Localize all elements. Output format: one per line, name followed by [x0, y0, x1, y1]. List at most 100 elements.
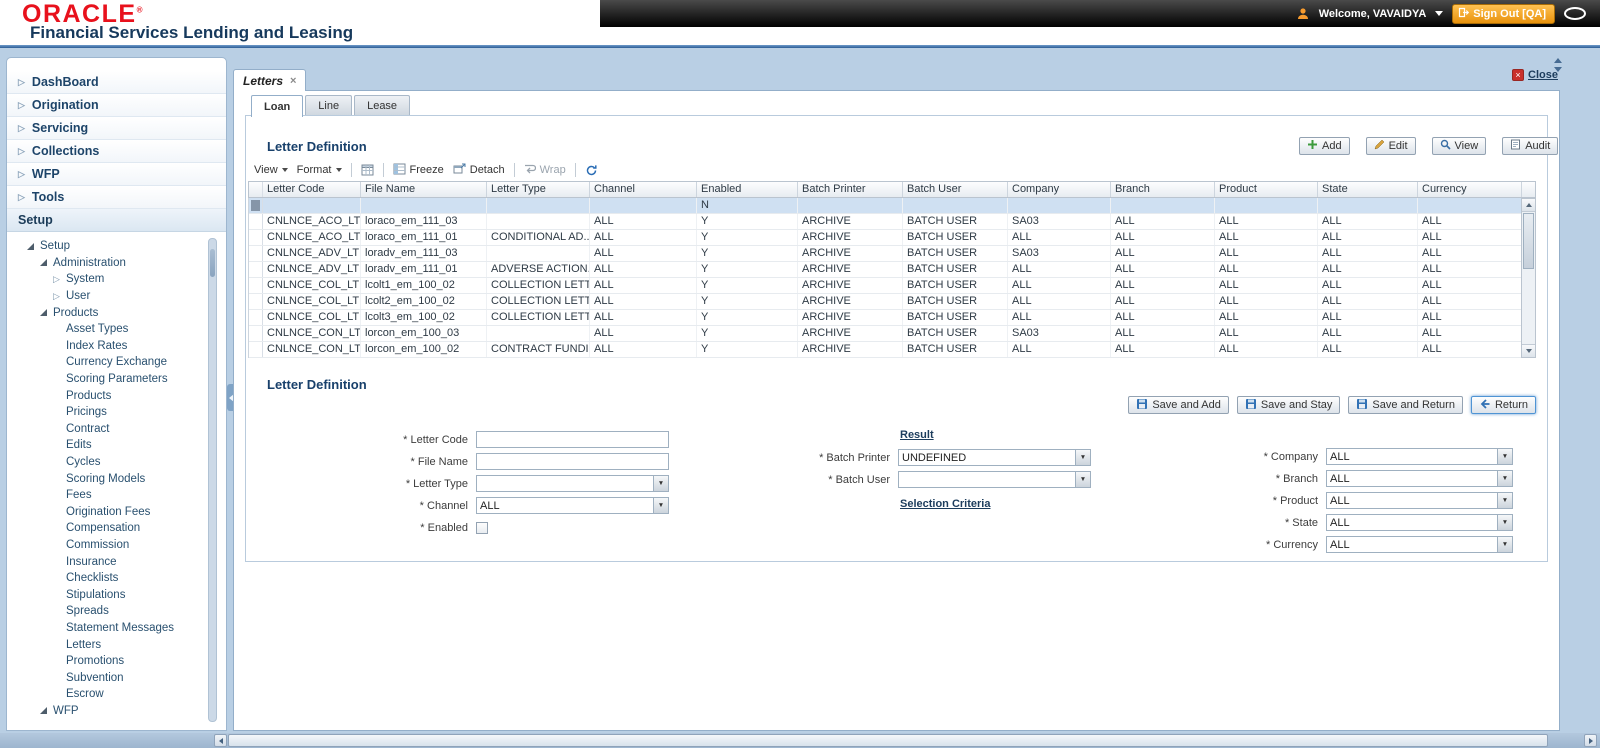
sidebar-item-dashboard[interactable]: ▷ DashBoard [7, 71, 226, 94]
tree-item-products[interactable]: Products [7, 387, 206, 404]
chevron-down-icon[interactable]: ▼ [1497, 515, 1512, 530]
detach-button[interactable]: Detach [453, 163, 505, 178]
tree-item-insurance[interactable]: Insurance [7, 553, 206, 570]
tree-item-origination-fees[interactable]: Origination Fees [7, 504, 206, 521]
scroll-right-icon[interactable] [1584, 734, 1597, 747]
tree-item-compensation[interactable]: Compensation [7, 520, 206, 537]
add-button[interactable]: Add [1299, 137, 1350, 155]
state-select[interactable]: ALL ▼ [1326, 514, 1513, 531]
letter-type-select[interactable]: ▼ [476, 475, 669, 492]
tree-item-setup[interactable]: Setup [7, 238, 206, 255]
table-row[interactable]: CNLNCE_CON_LTR1lorcon_em_100_03ALLYARCHI… [249, 326, 1522, 342]
tree-expand-icon[interactable]: ▷ [51, 291, 62, 302]
column-header-file-name[interactable]: File Name [361, 182, 487, 197]
scroll-thumb[interactable] [210, 249, 215, 277]
return-button[interactable]: Return [1470, 396, 1536, 414]
scroll-up-icon[interactable] [1522, 199, 1535, 212]
sign-out-button[interactable]: Sign Out [QA] [1452, 3, 1555, 24]
save-and-return-button[interactable]: Save and Return [1348, 396, 1463, 414]
column-header-channel[interactable]: Channel [590, 182, 697, 197]
tree-item-escrow[interactable]: Escrow [7, 686, 206, 703]
tree-expand-icon[interactable] [38, 307, 49, 318]
row-selector[interactable] [249, 214, 263, 229]
sidebar-item-setup[interactable]: Setup [7, 209, 226, 232]
letter-code-input[interactable] [476, 431, 669, 448]
column-header-enabled[interactable]: Enabled [697, 182, 798, 197]
channel-select[interactable]: ALL ▼ [476, 497, 669, 514]
tree-item-pricings[interactable]: Pricings [7, 404, 206, 421]
table-row[interactable]: N [249, 198, 1522, 214]
tab-line[interactable]: Line [305, 95, 353, 115]
wrap-button[interactable]: Wrap [524, 163, 566, 177]
chat-bubble-icon[interactable] [1564, 7, 1586, 20]
table-row[interactable]: CNLNCE_CON_LT... lorcon_em_100_02 CONTRACT… [249, 342, 1522, 358]
row-selector[interactable] [249, 294, 263, 309]
tree-item-checklists[interactable]: Checklists [7, 570, 206, 587]
sidebar-item-servicing[interactable]: ▷ Servicing [7, 117, 226, 140]
tab-lease[interactable]: Lease [354, 95, 411, 115]
tree-item-subvention[interactable]: Subvention [7, 669, 206, 686]
tree-item-fees[interactable]: Fees [7, 487, 206, 504]
tree-item-letters[interactable]: Letters [7, 636, 206, 653]
chevron-down-icon[interactable]: ▼ [1497, 537, 1512, 552]
column-header-branch[interactable]: Branch [1111, 182, 1215, 197]
sidebar-item-collections[interactable]: ▷ Collections [7, 140, 226, 163]
table-row[interactable]: CNLNCE_ADV_LTR1loradv_em_111_03ALLYARCHI… [249, 246, 1522, 262]
close-region[interactable]: × Close [1512, 69, 1558, 81]
row-selector[interactable] [249, 230, 263, 245]
column-header-state[interactable]: State [1318, 182, 1418, 197]
file-name-input[interactable] [476, 453, 669, 470]
column-header-batch-user[interactable]: Batch User [903, 182, 1008, 197]
tree-item-user[interactable]: ▷ User [7, 288, 206, 305]
batch-printer-select[interactable]: UNDEFINED ▼ [898, 449, 1091, 466]
scroll-down-icon[interactable] [1522, 344, 1535, 357]
row-selector[interactable] [249, 278, 263, 293]
edit-button[interactable]: Edit [1365, 137, 1416, 155]
chevron-down-icon[interactable]: ▼ [1497, 493, 1512, 508]
tree-item-index-rates[interactable]: Index Rates [7, 338, 206, 355]
view-button[interactable]: View [1431, 137, 1487, 155]
table-row[interactable]: CNLNCE_ACO_LT... loraco_em_111_01 CONDITIO… [249, 230, 1522, 246]
enabled-checkbox[interactable] [476, 521, 488, 534]
scroll-left-icon[interactable] [214, 734, 227, 747]
tree-expand-icon[interactable] [25, 241, 36, 252]
table-row[interactable]: CNLNCE_COL_LTR...lcolt2_em_100_02COLLECT… [249, 294, 1522, 310]
column-header-letter-type[interactable]: Letter Type [487, 182, 590, 197]
tree-item-statement-messages[interactable]: Statement Messages [7, 620, 206, 637]
sidebar-item-tools[interactable]: ▷ Tools [7, 186, 226, 209]
scroll-thumb[interactable] [228, 734, 1548, 747]
company-select[interactable]: ALL ▼ [1326, 448, 1513, 465]
tree-expand-icon[interactable] [38, 705, 49, 716]
refresh-icon[interactable] [585, 164, 598, 177]
chevron-down-icon[interactable]: ▼ [1075, 472, 1090, 487]
chevron-down-icon[interactable]: ▼ [653, 476, 668, 491]
column-header-company[interactable]: Company [1008, 182, 1111, 197]
row-selector[interactable] [249, 310, 263, 325]
column-header-letter-code[interactable]: Letter Code [263, 182, 361, 197]
tab-letters[interactable]: Letters × [233, 69, 307, 91]
row-selector[interactable] [249, 262, 263, 277]
save-and-stay-button[interactable]: Save and Stay [1236, 396, 1341, 414]
tree-item-scoring-parameters[interactable]: Scoring Parameters [7, 371, 206, 388]
tree-item-currency-exchange[interactable]: Currency Exchange [7, 354, 206, 371]
tree-expand-icon[interactable]: ▷ [51, 274, 62, 285]
tree-item-wfp[interactable]: WFP [7, 703, 206, 720]
tree-item-asset-types[interactable]: Asset Types [7, 321, 206, 338]
tree-item-scoring-models[interactable]: Scoring Models [7, 470, 206, 487]
scroll-thumb[interactable] [1523, 213, 1534, 269]
row-selector[interactable] [249, 326, 263, 341]
close-icon[interactable]: × [290, 75, 296, 87]
tree-item-administration[interactable]: Administration [7, 255, 206, 272]
tree-item-system[interactable]: ▷ System [7, 271, 206, 288]
sidebar-item-origination[interactable]: ▷ Origination [7, 94, 226, 117]
tab-loan[interactable]: Loan [251, 95, 304, 117]
chevron-down-icon[interactable]: ▼ [653, 498, 668, 513]
column-header-product[interactable]: Product [1215, 182, 1318, 197]
currency-select[interactable]: ALL ▼ [1326, 536, 1513, 553]
tree-item-commission[interactable]: Commission [7, 537, 206, 554]
table-row[interactable]: CNLNCE_COL_LTR...lcolt1_em_100_02COLLECT… [249, 278, 1522, 294]
tree-item-cycles[interactable]: Cycles [7, 454, 206, 471]
table-row[interactable]: CNLNCE_ACO_LTR1loraco_em_111_03ALLYARCHI… [249, 214, 1522, 230]
view-menu[interactable]: View [254, 164, 288, 176]
tree-scrollbar[interactable] [208, 238, 217, 722]
